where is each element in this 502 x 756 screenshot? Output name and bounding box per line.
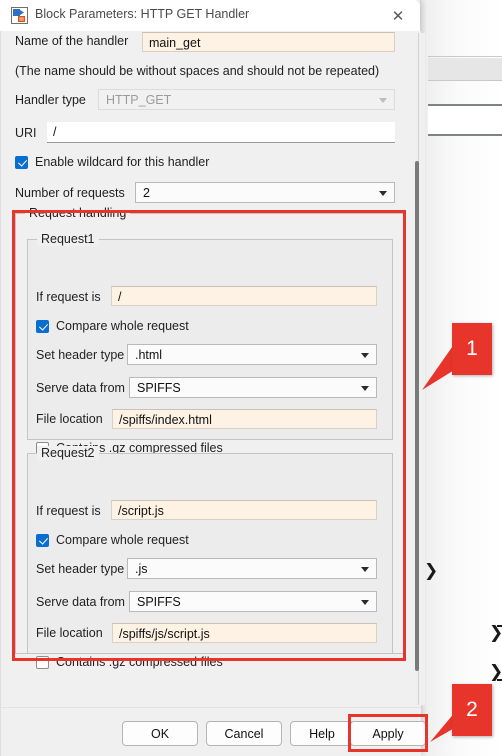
request2-compare-whole-label: Compare whole request: [56, 533, 189, 547]
vertical-scrollbar[interactable]: [411, 33, 425, 705]
background-divider: [428, 56, 502, 57]
number-of-requests-value: 2: [143, 186, 150, 200]
request1-file-location-row: File location: [36, 412, 103, 426]
chevron-down-icon: [361, 385, 369, 391]
request2-serve-data-value: SPIFFS: [137, 595, 181, 609]
request2-if-request-row: If request is: [36, 504, 101, 518]
checkbox-box: [15, 155, 28, 169]
request2-header-type-label: Set header type: [36, 562, 125, 576]
apply-button[interactable]: Apply: [350, 721, 426, 746]
request1-if-request-input[interactable]: /: [111, 286, 377, 306]
background-white-band: [428, 106, 502, 134]
request2-header-type-value: .js: [135, 562, 148, 576]
dialog-body: Name of the handler main_get (The name s…: [0, 31, 425, 707]
checkbox-box: [36, 319, 49, 333]
request1-header-type-label: Set header type: [36, 348, 125, 362]
handler-name-row: Name of the handler: [15, 34, 128, 48]
block-port-arrow-icon: ❯: [424, 561, 439, 581]
request2-serve-data-label: Serve data from: [36, 595, 125, 609]
chevron-down-icon: [361, 599, 369, 605]
block-outline: [497, 625, 502, 681]
request1-header-type-value: .html: [135, 348, 163, 362]
request2-if-request-input[interactable]: /script.js: [111, 500, 377, 520]
uri-row: URI: [15, 126, 37, 140]
request1-serve-data-label: Serve data from: [36, 381, 125, 395]
background-divider: [428, 80, 502, 81]
request2-label: Request2: [37, 446, 99, 460]
handler-type-value: HTTP_GET: [106, 93, 172, 107]
request1-serve-data-value: SPIFFS: [137, 381, 181, 395]
dialog-footer: OK Cancel Help Apply: [0, 707, 426, 756]
request2-header-type-row: Set header type: [36, 562, 124, 576]
simulink-block-icon: [11, 7, 28, 24]
request2-header-type-select[interactable]: .js: [127, 558, 377, 579]
chevron-down-icon: [361, 352, 369, 358]
block-parameters-dialog: Block Parameters: HTTP GET Handler ✕ Nam…: [0, 0, 426, 756]
request1-header-type-row: Set header type: [36, 348, 124, 362]
request2-contains-gz-checkbox[interactable]: Contains .gz compressed files: [36, 655, 223, 669]
ok-button[interactable]: OK: [122, 721, 198, 746]
handler-type-label: Handler type: [15, 93, 86, 107]
checkbox-box: [36, 655, 49, 669]
request1-label: Request1: [37, 232, 99, 246]
request1-compare-whole-checkbox[interactable]: Compare whole request: [36, 319, 189, 333]
uri-label: URI: [15, 126, 37, 140]
request1-file-location-label: File location: [36, 412, 103, 426]
cancel-button[interactable]: Cancel: [206, 721, 282, 746]
enable-wildcard-checkbox[interactable]: Enable wildcard for this handler: [15, 155, 209, 169]
chevron-down-icon: [361, 566, 369, 572]
handler-name-input[interactable]: main_get: [142, 32, 395, 52]
request1-serve-data-row: Serve data from: [36, 381, 125, 395]
number-of-requests-label: Number of requests: [15, 186, 125, 200]
handler-type-select[interactable]: HTTP_GET: [98, 89, 395, 110]
close-icon[interactable]: ✕: [376, 0, 420, 31]
handler-name-label: Name of the handler: [15, 34, 129, 48]
request2-file-location-input[interactable]: /spiffs/js/script.js: [112, 623, 377, 643]
request1-serve-data-select[interactable]: SPIFFS: [129, 377, 377, 398]
dialog-titlebar: Block Parameters: HTTP GET Handler ✕: [0, 0, 420, 32]
request2-contains-gz-label: Contains .gz compressed files: [56, 655, 223, 669]
request-handling-label: Request handling: [25, 206, 131, 220]
request2-file-location-row: File location: [36, 626, 103, 640]
background-divider: [428, 134, 502, 136]
request1-header-type-select[interactable]: .html: [127, 344, 377, 365]
checkbox-box: [36, 533, 49, 547]
request1-if-request-label: If request is: [36, 290, 101, 304]
request2-serve-data-select[interactable]: SPIFFS: [129, 591, 377, 612]
number-of-requests-select[interactable]: 2: [135, 182, 395, 203]
request2-compare-whole-checkbox[interactable]: Compare whole request: [36, 533, 189, 547]
chevron-down-icon: [379, 97, 387, 103]
request2-file-location-label: File location: [36, 626, 103, 640]
callout-badge-1: 1: [452, 323, 492, 375]
chevron-down-icon: [379, 190, 387, 196]
dialog-title: Block Parameters: HTTP GET Handler: [35, 7, 250, 21]
number-of-requests-row: Number of requests: [15, 186, 125, 200]
request2-serve-data-row: Serve data from: [36, 595, 125, 609]
scrollbar-thumb[interactable]: [415, 161, 419, 671]
handler-name-hint: (The name should be without spaces and s…: [15, 64, 380, 78]
request1-if-request-row: If request is: [36, 290, 101, 304]
scroll-pane: Name of the handler main_get (The name s…: [7, 31, 407, 707]
callout-badge-2: 2: [452, 684, 492, 736]
background-band: [428, 58, 502, 80]
enable-wildcard-label: Enable wildcard for this handler: [35, 155, 210, 169]
handler-type-row: Handler type: [15, 93, 86, 107]
request2-if-request-label: If request is: [36, 504, 101, 518]
uri-input[interactable]: /: [47, 122, 395, 143]
help-button[interactable]: Help: [290, 721, 354, 746]
request1-compare-whole-label: Compare whole request: [56, 319, 189, 333]
request1-file-location-input[interactable]: /spiffs/index.html: [112, 409, 377, 429]
